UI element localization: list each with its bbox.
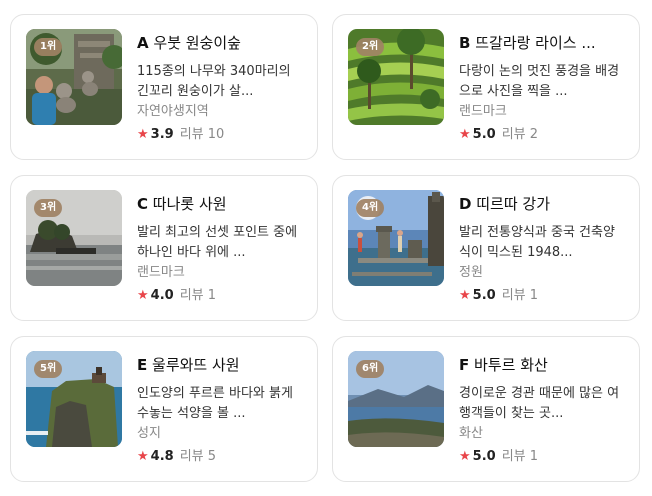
place-rating: ★ 5.0 리뷰 1 xyxy=(459,448,538,466)
ranking-grid: 1위 A 우붓 원숭이숲 115종의 나무와 340마리의 긴꼬리 원숭이가 살… xyxy=(0,0,652,496)
review-label: 리뷰 xyxy=(501,449,526,464)
place-description: 발리 최고의 선셋 포인트 중에 하나인 바다 위에 ... xyxy=(137,225,298,260)
place-photo[interactable]: 6위 xyxy=(348,351,444,447)
place-photo[interactable]: 5위 xyxy=(26,351,122,447)
rating-score: 4.0 xyxy=(150,288,174,303)
rank-badge: 6위 xyxy=(356,360,385,378)
place-photo[interactable]: 3위 xyxy=(26,190,122,286)
review-label: 리뷰 xyxy=(501,127,526,142)
review-count[interactable]: 리뷰 5 xyxy=(180,449,216,464)
rank-badge: 2위 xyxy=(356,38,385,56)
review-count[interactable]: 리뷰 1 xyxy=(502,449,538,464)
place-title[interactable]: F 바투르 화산 xyxy=(459,355,629,375)
star-icon: ★ xyxy=(459,449,471,464)
rating-score: 3.9 xyxy=(150,127,174,142)
rank-badge: 3위 xyxy=(34,199,63,217)
rank-badge: 5위 xyxy=(34,360,63,378)
place-title[interactable]: B 뜨갈라랑 라이스 ... xyxy=(459,33,629,53)
review-number: 1 xyxy=(529,288,539,303)
place-letter: D xyxy=(459,195,472,213)
place-rating: ★ 5.0 리뷰 2 xyxy=(459,126,538,144)
rating-score: 5.0 xyxy=(472,449,496,464)
place-card-1[interactable]: 1위 A 우붓 원숭이숲 115종의 나무와 340마리의 긴꼬리 원숭이가 살… xyxy=(10,14,318,160)
review-label: 리뷰 xyxy=(179,449,204,464)
place-letter: E xyxy=(137,356,148,374)
place-title[interactable]: D 띠르따 강가 xyxy=(459,194,629,214)
star-icon: ★ xyxy=(137,288,149,303)
place-card-5[interactable]: 5위 E 울루와뜨 사원 인도양의 푸르른 바다와 붉게 수놓는 석양을 볼 .… xyxy=(10,336,318,482)
review-number: 2 xyxy=(529,127,539,142)
review-label: 리뷰 xyxy=(501,288,526,303)
place-name: 뜨갈라랑 라이스 ... xyxy=(475,34,596,52)
place-name: 우붓 원숭이숲 xyxy=(153,34,241,52)
place-category: 자연야생지역 xyxy=(137,104,209,119)
place-description: 발리 전통양식과 중국 건축양식이 믹스된 1948... xyxy=(459,225,615,260)
place-photo[interactable]: 4위 xyxy=(348,190,444,286)
place-letter: A xyxy=(137,34,149,52)
place-title[interactable]: E 울루와뜨 사원 xyxy=(137,355,307,375)
review-number: 10 xyxy=(207,127,225,142)
rating-score: 5.0 xyxy=(472,288,496,303)
place-photo[interactable]: 1위 xyxy=(26,29,122,125)
star-icon: ★ xyxy=(459,127,471,142)
place-description: 115종의 나무와 340마리의 긴꼬리 원숭이가 살... xyxy=(137,64,291,99)
place-category: 화산 xyxy=(459,426,483,441)
rank-badge: 4위 xyxy=(356,199,385,217)
star-icon: ★ xyxy=(137,449,149,464)
review-label: 리뷰 xyxy=(179,288,204,303)
place-card-6[interactable]: 6위 F 바투르 화산 경이로운 경관 때문에 많은 여행객들이 찾는 곳...… xyxy=(332,336,640,482)
review-count[interactable]: 리뷰 1 xyxy=(502,288,538,303)
place-name: 울루와뜨 사원 xyxy=(152,356,240,374)
place-card-3[interactable]: 3위 C 따나롯 사원 발리 최고의 선셋 포인트 중에 하나인 바다 위에 .… xyxy=(10,175,318,321)
place-category: 정원 xyxy=(459,265,483,280)
review-label: 리뷰 xyxy=(179,127,204,142)
place-description: 다랑이 논의 멋진 풍경을 배경으로 사진을 찍을 ... xyxy=(459,64,620,99)
place-rating: ★ 5.0 리뷰 1 xyxy=(459,287,538,305)
place-letter: B xyxy=(459,34,471,52)
place-name: 따나롯 사원 xyxy=(152,195,227,213)
place-category: 랜드마크 xyxy=(137,265,185,280)
rating-score: 5.0 xyxy=(472,127,496,142)
rank-badge: 1위 xyxy=(34,38,63,56)
review-number: 5 xyxy=(207,449,217,464)
place-photo[interactable]: 2위 xyxy=(348,29,444,125)
place-title[interactable]: A 우붓 원숭이숲 xyxy=(137,33,307,53)
review-count[interactable]: 리뷰 1 xyxy=(180,288,216,303)
rating-score: 4.8 xyxy=(150,449,174,464)
place-name: 띠르따 강가 xyxy=(476,195,551,213)
place-card-4[interactable]: 4위 D 띠르따 강가 발리 전통양식과 중국 건축양식이 믹스된 1948..… xyxy=(332,175,640,321)
review-number: 1 xyxy=(207,288,217,303)
place-category: 성지 xyxy=(137,426,161,441)
place-description: 인도양의 푸르른 바다와 붉게 수놓는 석양을 볼 ... xyxy=(137,386,293,421)
star-icon: ★ xyxy=(137,127,149,142)
place-rating: ★ 4.0 리뷰 1 xyxy=(137,287,216,305)
review-count[interactable]: 리뷰 2 xyxy=(502,127,538,142)
review-number: 1 xyxy=(529,449,539,464)
place-name: 바투르 화산 xyxy=(474,356,548,374)
review-count[interactable]: 리뷰 10 xyxy=(180,127,225,142)
place-card-2[interactable]: 2위 B 뜨갈라랑 라이스 ... 다랑이 논의 멋진 풍경을 배경으로 사진을… xyxy=(332,14,640,160)
place-category: 랜드마크 xyxy=(459,104,507,119)
place-title[interactable]: C 따나롯 사원 xyxy=(137,194,307,214)
star-icon: ★ xyxy=(459,288,471,303)
place-rating: ★ 4.8 리뷰 5 xyxy=(137,448,216,466)
place-rating: ★ 3.9 리뷰 10 xyxy=(137,126,224,144)
place-description: 경이로운 경관 때문에 많은 여행객들이 찾는 곳... xyxy=(459,386,620,421)
place-letter: F xyxy=(459,356,470,374)
place-letter: C xyxy=(137,195,149,213)
